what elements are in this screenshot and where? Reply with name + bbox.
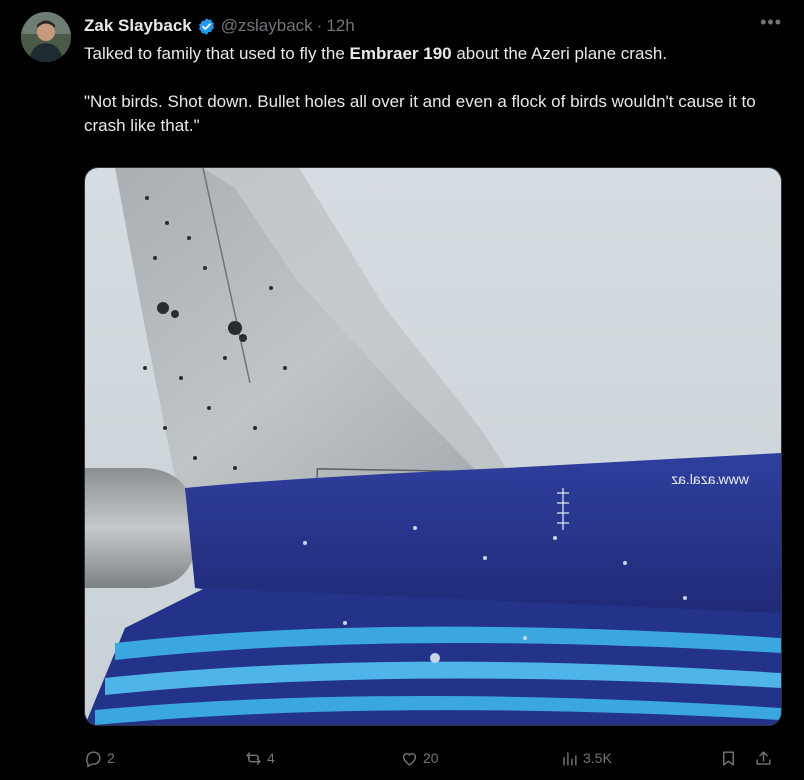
bookmark-icon — [723, 750, 734, 766]
tweet-text-end: about the Azeri plane crash. — [451, 44, 668, 63]
handle[interactable]: @zslayback — [221, 16, 313, 36]
share-icon — [756, 750, 771, 765]
tweet-image[interactable]: www.azal.az — [84, 167, 782, 726]
separator-dot: · — [316, 16, 323, 35]
tweet-header: Zak Slayback @zslayback · 12h — [84, 14, 355, 38]
avatar[interactable] — [21, 12, 71, 62]
tweet-text-start: Talked to family that used to fly the — [84, 44, 350, 63]
tweet: Zak Slayback @zslayback · 12h ••• Talked… — [0, 0, 804, 780]
reply-icon — [86, 750, 101, 768]
reply-button[interactable]: 2 — [84, 744, 115, 772]
repost-button[interactable]: 4 — [244, 744, 275, 772]
views-button[interactable]: 3.5K — [560, 744, 612, 772]
tweet-line-1: Talked to family that used to fly the Em… — [84, 42, 784, 66]
repost-icon — [246, 751, 261, 765]
livery-text: www.azal.az — [671, 471, 750, 487]
action-bar: 2 4 20 3.5K — [84, 744, 784, 772]
reply-count: 2 — [107, 750, 115, 766]
display-name[interactable]: Zak Slayback — [84, 16, 192, 36]
like-count: 20 — [423, 750, 439, 766]
heart-icon — [402, 752, 417, 766]
more-icon[interactable]: ••• — [760, 12, 782, 32]
like-button[interactable]: 20 — [400, 744, 439, 772]
tweet-text-bold: Embraer 190 — [349, 44, 452, 63]
tweet-text: Talked to family that used to fly the Em… — [84, 42, 784, 138]
views-count: 3.5K — [583, 750, 612, 766]
verified-badge-icon — [197, 17, 216, 36]
views-icon — [563, 751, 577, 766]
share-button[interactable] — [754, 744, 777, 772]
repost-count: 4 — [267, 750, 275, 766]
bookmark-button[interactable] — [719, 744, 742, 772]
tweet-quote: "Not birds. Shot down. Bullet holes all … — [84, 92, 756, 135]
timestamp[interactable]: 12h — [326, 16, 354, 36]
